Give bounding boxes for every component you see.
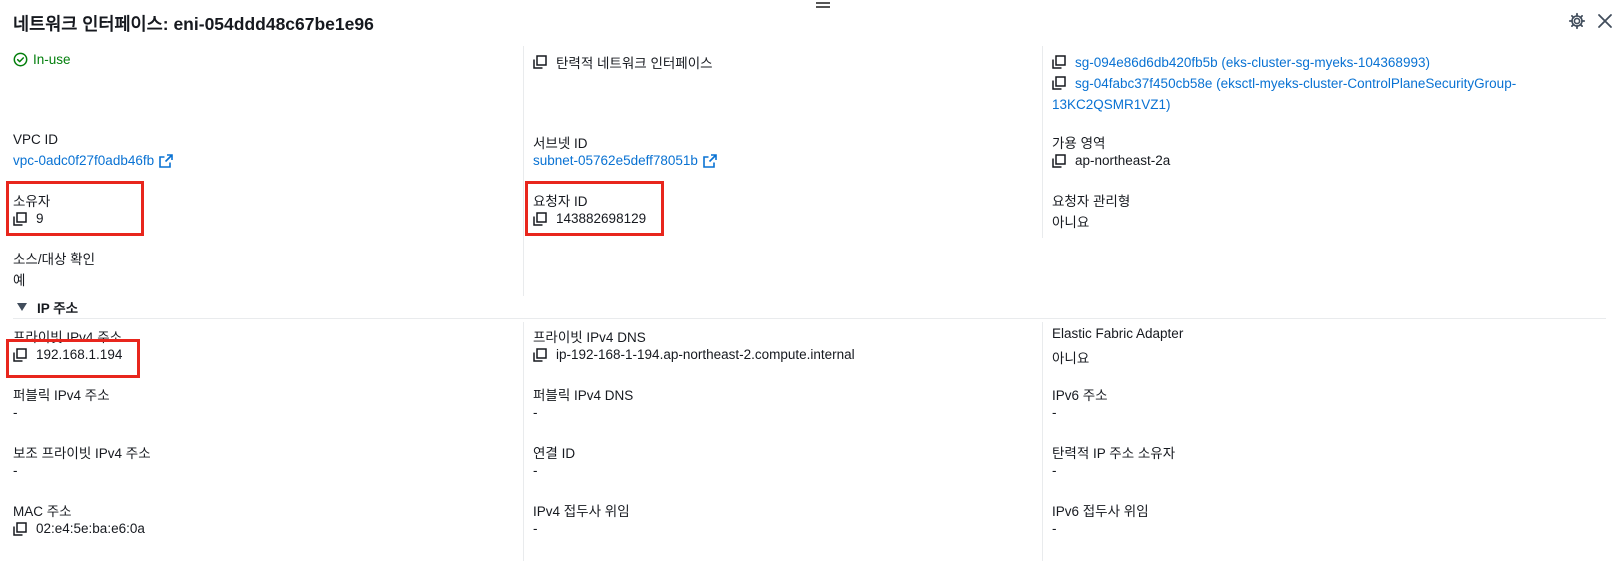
external-link-icon[interactable] (698, 153, 717, 168)
vpc-id-link[interactable]: vpc-0adc0f27f0adb46fb (13, 153, 154, 168)
private-ipv4-value: 192.168.1.194 (36, 347, 123, 362)
security-groups-list: sg-094e86d6db420fb5b (eks-cluster-sg-mye… (1052, 52, 1572, 115)
eip-owner-value: - (1052, 463, 1057, 478)
section-divider (13, 318, 1606, 319)
copy-icon[interactable] (533, 55, 547, 69)
secondary-ipv4-value: - (13, 463, 18, 478)
security-group-item: sg-094e86d6db420fb5b (eks-cluster-sg-mye… (1052, 52, 1572, 73)
private-ipv4-label: 프라이빗 IPv4 주소 (13, 330, 123, 345)
public-dns-label: 퍼블릭 IPv4 DNS (533, 388, 634, 403)
requester-managed-label: 요청자 관리형 (1052, 194, 1131, 209)
copy-icon[interactable] (13, 521, 27, 536)
copy-icon[interactable] (1052, 55, 1066, 69)
owner-label: 소유자 (13, 194, 51, 209)
ipv6-value: - (1052, 405, 1057, 420)
security-group-link[interactable]: sg-04fabc37f450cb58e (eksctl-myeks-clust… (1052, 76, 1516, 112)
subnet-id-field: subnet-05762e5deff78051b (533, 153, 717, 168)
security-group-item: sg-04fabc37f450cb58e (eksctl-myeks-clust… (1052, 73, 1572, 115)
vpc-id-label: VPC ID (13, 132, 59, 147)
copy-icon[interactable] (1052, 153, 1066, 168)
vpc-id-field: vpc-0adc0f27f0adb46fb (13, 153, 173, 168)
ipv6-prefix-label: IPv6 접두사 위임 (1052, 504, 1149, 519)
settings-icon[interactable] (1568, 12, 1586, 30)
az-value: ap-northeast-2a (1075, 153, 1171, 168)
private-ipv4-field: 192.168.1.194 (13, 347, 122, 362)
external-link-icon[interactable] (154, 153, 173, 168)
requester-id-field: 143882698129 (533, 211, 646, 226)
eip-owner-label: 탄력적 IP 주소 소유자 (1052, 446, 1176, 461)
ip-section-title: IP 주소 (37, 301, 79, 316)
ipv4-prefix-label: IPv4 접두사 위임 (533, 504, 630, 519)
close-icon[interactable] (1596, 12, 1614, 30)
column-divider (1042, 46, 1043, 238)
private-dns-label: 프라이빗 IPv4 DNS (533, 330, 646, 345)
status-text: In-use (33, 52, 71, 67)
association-id-value: - (533, 463, 538, 478)
panel-resize-handle[interactable] (816, 0, 830, 10)
panel-header: 네트워크 인터페이스: eni-054ddd48c67be1e96 (13, 11, 1618, 35)
copy-icon[interactable] (1052, 76, 1066, 90)
column-divider (523, 322, 524, 561)
az-label: 가용 영역 (1052, 136, 1106, 151)
ip-section-toggle[interactable]: IP 주소 (14, 297, 78, 317)
requester-id-label: 요청자 ID (533, 194, 588, 209)
ipv6-prefix-value: - (1052, 521, 1057, 536)
security-group-link[interactable]: sg-094e86d6db420fb5b (eks-cluster-sg-mye… (1075, 55, 1430, 70)
source-dest-check-label: 소스/대상 확인 (13, 252, 96, 267)
copy-icon[interactable] (13, 347, 27, 362)
copy-icon[interactable] (13, 211, 27, 226)
status-ok-icon (13, 52, 28, 67)
ipv4-prefix-value: - (533, 521, 538, 536)
owner-value: 9 (36, 211, 44, 226)
efa-label: Elastic Fabric Adapter (1052, 326, 1184, 341)
public-ipv4-label: 퍼블릭 IPv4 주소 (13, 388, 110, 403)
interface-type-value: 탄력적 네트워크 인터페이스 (556, 56, 713, 71)
private-dns-value: ip-192-168-1-194.ap-northeast-2.compute.… (556, 347, 855, 362)
owner-field: 9 (13, 211, 44, 226)
column-divider (1042, 322, 1043, 561)
source-dest-check-value: 예 (13, 273, 26, 288)
public-dns-value: - (533, 405, 538, 420)
page-title: 네트워크 인터페이스: eni-054ddd48c67be1e96 (13, 14, 374, 34)
subnet-id-label: 서브넷 ID (533, 136, 588, 151)
private-dns-field: ip-192-168-1-194.ap-northeast-2.compute.… (533, 347, 855, 362)
subnet-id-link[interactable]: subnet-05762e5deff78051b (533, 153, 698, 168)
requester-id-value: 143882698129 (556, 211, 647, 226)
az-field: ap-northeast-2a (1052, 153, 1170, 168)
copy-icon[interactable] (533, 347, 547, 362)
column-divider (523, 46, 524, 296)
interface-type: 탄력적 네트워크 인터페이스 (533, 52, 713, 72)
secondary-ipv4-label: 보조 프라이빗 IPv4 주소 (13, 446, 151, 461)
copy-icon[interactable] (533, 211, 547, 226)
public-ipv4-value: - (13, 405, 18, 420)
requester-managed-value: 아니요 (1052, 215, 1090, 230)
status-badge: In-use (13, 52, 71, 67)
association-id-label: 연결 ID (533, 446, 576, 461)
efa-value: 아니요 (1052, 351, 1090, 366)
mac-value: 02:e4:5e:ba:e6:0a (36, 521, 145, 536)
mac-field: 02:e4:5e:ba:e6:0a (13, 521, 145, 536)
ipv6-label: IPv6 주소 (1052, 388, 1108, 403)
caret-down-icon (17, 303, 27, 311)
mac-label: MAC 주소 (13, 504, 72, 519)
